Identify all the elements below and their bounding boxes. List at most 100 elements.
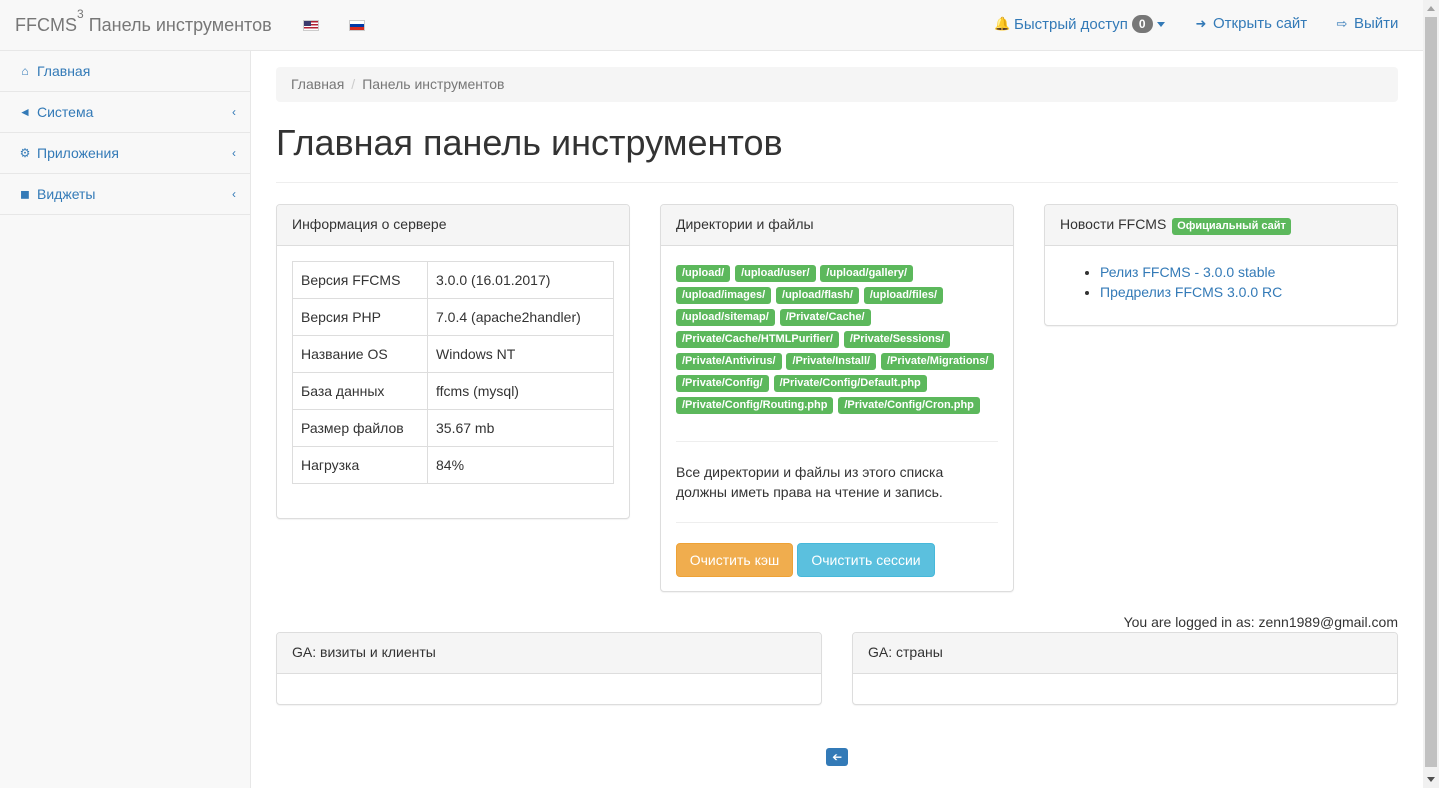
- russian-flag-icon[interactable]: [349, 20, 365, 31]
- row-value: 84%: [427, 446, 614, 484]
- english-flag-icon[interactable]: [303, 20, 319, 31]
- brand-subtitle: Панель инструментов: [83, 15, 272, 35]
- row-key: Версия FFCMS: [292, 261, 428, 299]
- table-row: Нагрузка 84%: [292, 446, 614, 484]
- title-divider: [276, 182, 1398, 183]
- brand-version: 3: [77, 7, 84, 21]
- breadcrumb-separator: /: [351, 76, 356, 92]
- row-value: 35.67 mb: [427, 409, 614, 447]
- open-site-label: Открыть сайт: [1213, 15, 1308, 32]
- logged-in-status: You are logged in as: zenn1989@gmail.com: [1123, 614, 1398, 630]
- chevron-left-icon: ‹: [232, 187, 236, 201]
- directory-label: /upload/gallery/: [820, 265, 914, 282]
- directory-label: /upload/: [676, 265, 731, 282]
- logout-link[interactable]: ⇨ Выйти: [1334, 15, 1399, 32]
- directory-label: /upload/sitemap/: [676, 309, 775, 326]
- row-key: Версия PHP: [292, 298, 428, 336]
- row-key: Название OS: [292, 335, 428, 373]
- ga-countries-heading: GA: страны: [853, 633, 1397, 674]
- directory-label: /upload/images/: [676, 287, 772, 304]
- news-link[interactable]: Релиз FFCMS - 3.0.0 stable: [1100, 262, 1282, 282]
- sidebar-item-system[interactable]: ◄ Система ‹: [0, 92, 250, 133]
- logout-label: Выйти: [1354, 15, 1399, 32]
- directories-heading: Директории и файлы: [661, 205, 1013, 246]
- scroll-up-arrow-icon[interactable]: [1427, 6, 1435, 11]
- sidebar-item-label: Главная: [37, 63, 91, 79]
- news-title: Новости FFCMS: [1060, 216, 1167, 232]
- chevron-left-icon: ‹: [232, 146, 236, 160]
- fire-icon: ◄: [19, 105, 31, 119]
- directories-panel: Директории и файлы /upload/ /upload/user…: [660, 204, 1014, 592]
- row-value: ffcms (mysql): [427, 372, 614, 410]
- breadcrumb-home-link[interactable]: Главная: [291, 76, 344, 92]
- quick-access-dropdown[interactable]: 🔔 Быстрый доступ 0: [994, 15, 1165, 33]
- open-site-link[interactable]: ➜ Открыть сайт: [1193, 15, 1308, 32]
- scroll-down-arrow-icon[interactable]: [1427, 777, 1435, 782]
- table-row: Размер файлов 35.67 mb: [292, 409, 614, 447]
- sidebar-item-label: Приложения: [37, 145, 119, 161]
- official-site-badge[interactable]: Официальный сайт: [1172, 218, 1291, 235]
- scrollbar-thumb[interactable]: [1425, 17, 1437, 767]
- row-key: База данных: [292, 372, 428, 410]
- table-row: Версия FFCMS 3.0.0 (16.01.2017): [292, 261, 614, 299]
- bell-icon: 🔔: [994, 16, 1011, 31]
- sign-out-icon: ⇨: [1336, 15, 1348, 31]
- news-link[interactable]: Предрелиз FFCMS 3.0.0 RC: [1100, 282, 1282, 302]
- server-info-heading: Информация о сервере: [277, 205, 629, 246]
- page-title: Главная панель инструментов: [276, 122, 783, 163]
- table-row: Версия PHP 7.0.4 (apache2handler): [292, 298, 614, 336]
- sidebar-item-applications[interactable]: ⚙ Приложения ‹: [0, 133, 250, 174]
- brand-name: FFCMS: [15, 15, 77, 35]
- divider: [676, 522, 998, 523]
- arrow-right-icon: ➜: [1195, 15, 1207, 31]
- top-navbar: FFCMS3 Панель инструментов 🔔 Быстрый дос…: [0, 0, 1423, 51]
- puzzle-icon: ◼: [20, 187, 30, 201]
- divider: [676, 441, 998, 442]
- breadcrumb: Главная / Панель инструментов: [276, 67, 1398, 102]
- chevron-left-icon: ‹: [232, 105, 236, 119]
- server-info-table: Версия FFCMS 3.0.0 (16.01.2017) Версия PH…: [292, 261, 614, 484]
- quick-access-label: Быстрый доступ: [1014, 15, 1128, 33]
- row-key: Нагрузка: [292, 446, 428, 484]
- sidebar-item-home[interactable]: ⌂ Главная: [0, 51, 250, 92]
- ga-countries-panel: GA: страны: [852, 632, 1398, 705]
- directory-label: /Private/Antivirus/: [676, 353, 782, 370]
- directory-label: /upload/files/: [863, 287, 944, 304]
- sidebar-item-label: Система: [37, 104, 94, 120]
- directory-label: /upload/flash/: [776, 287, 859, 304]
- ga-visits-heading: GA: визиты и клиенты: [277, 633, 821, 674]
- permissions-note: Все директории и файлы из этого списка д…: [676, 464, 944, 500]
- row-value: 3.0.0 (16.01.2017): [427, 261, 614, 299]
- sidebar-item-widgets[interactable]: ◼ Виджеты ‹: [0, 174, 250, 215]
- quick-access-count-badge: 0: [1131, 15, 1153, 33]
- sidebar: ⌂ Главная ◄ Система ‹ ⚙ Приложения ‹ ◼ В…: [0, 51, 251, 788]
- news-panel: Новости FFCMS Официальный сайт Релиз FFC…: [1044, 204, 1398, 326]
- directory-label: /Private/Cache/: [779, 309, 871, 326]
- directory-labels: /upload/ /upload/user/ /upload/gallery/ …: [676, 263, 1006, 417]
- news-heading: Новости FFCMS Официальный сайт: [1045, 205, 1397, 246]
- directory-label: /Private/Config/Cron.php: [838, 397, 980, 414]
- brand[interactable]: FFCMS3 Панель инструментов: [15, 7, 272, 36]
- row-value: Windows NT: [427, 335, 614, 373]
- directory-label: /Private/Sessions/: [843, 331, 951, 348]
- directory-label: /Private/Config/: [676, 375, 769, 392]
- arrow-left-icon: ➔: [831, 750, 843, 764]
- table-row: База данных ffcms (mysql): [292, 372, 614, 410]
- home-icon: ⌂: [21, 64, 29, 78]
- news-list: Релиз FFCMS - 3.0.0 stable Предрелиз FFC…: [1100, 262, 1282, 302]
- sidebar-item-label: Виджеты: [37, 186, 96, 202]
- table-row: Название OS Windows NT: [292, 335, 614, 373]
- page-scrollbar[interactable]: [1423, 0, 1439, 788]
- server-info-panel: Информация о сервере Версия FFCMS 3.0.0 (…: [276, 204, 630, 519]
- clear-cache-button[interactable]: Очистить кэш: [676, 543, 793, 577]
- breadcrumb-current: Панель инструментов: [362, 76, 505, 92]
- caret-down-icon: [1156, 21, 1165, 27]
- plug-icon: ⚙: [19, 146, 31, 160]
- ga-visits-panel: GA: визиты и клиенты: [276, 632, 822, 705]
- clear-sessions-button[interactable]: Очистить сессии: [797, 543, 935, 577]
- directory-label: /Private/Migrations/: [880, 353, 995, 370]
- directory-label: /Private/Cache/HTMLPurifier/: [676, 331, 839, 348]
- directory-label: /Private/Config/Routing.php: [676, 397, 834, 414]
- back-arrow-button[interactable]: ➔: [826, 748, 848, 766]
- row-value: 7.0.4 (apache2handler): [427, 298, 614, 336]
